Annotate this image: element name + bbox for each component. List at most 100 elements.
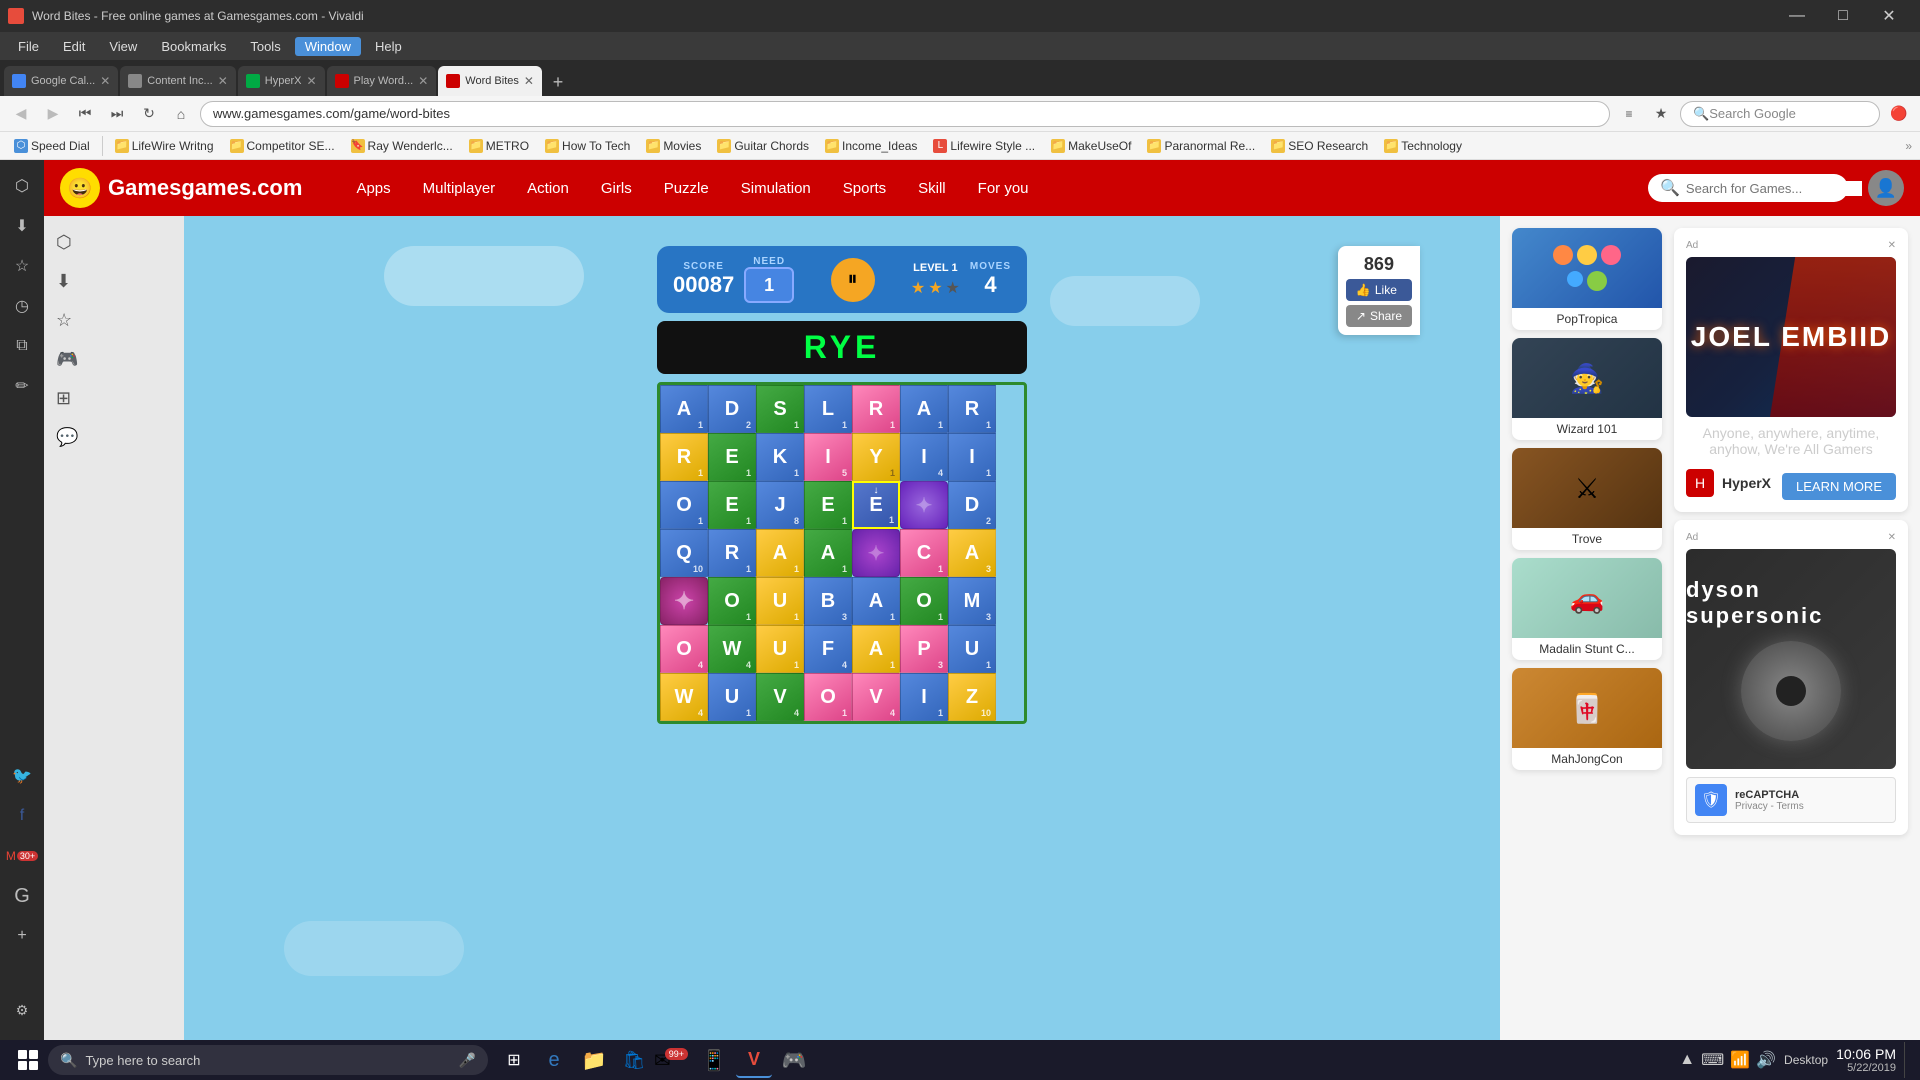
cell-0-0[interactable]: A1 [660,385,708,433]
menu-view[interactable]: View [99,37,147,56]
cell-1-0[interactable]: R1 [660,433,708,481]
tab-close-word-bites[interactable]: ✕ [524,74,534,88]
cell-0-6[interactable]: R1 [948,385,996,433]
new-tab-button[interactable]: + [544,68,572,96]
cell-0-3[interactable]: L1 [804,385,852,433]
sidebar-google[interactable]: G [4,878,40,914]
cell-4-1[interactable]: O1 [708,577,756,625]
refresh-button[interactable]: ↻ [136,101,162,127]
share-button[interactable]: ↗ Share [1346,305,1412,327]
cell-6-0[interactable]: W4 [660,673,708,721]
sidebar-facebook[interactable]: f [4,798,40,834]
bookmark-paranormal[interactable]: 📁 Paranormal Re... [1141,137,1261,155]
bookmark-metro[interactable]: 📁 METRO [463,137,535,155]
cell-0-4[interactable]: R1 [852,385,900,433]
sidebar-history[interactable]: ◷ [4,288,40,324]
user-icon[interactable]: 👤 [1868,170,1904,206]
cell-1-6[interactable]: I1 [948,433,996,481]
forward-button[interactable]: ▶ [40,101,66,127]
cell-3-3[interactable]: A1 [804,529,852,577]
nav-girls[interactable]: Girls [587,172,646,205]
sidebar-downloads[interactable]: ⬇ [4,208,40,244]
cell-2-6[interactable]: D2 [948,481,996,529]
home-button[interactable]: ⌂ [168,101,194,127]
cell-4-3[interactable]: B3 [804,577,852,625]
pause-button[interactable]: ⏸ [831,258,875,302]
tab-close-stream[interactable]: ✕ [306,74,316,88]
cell-3-5[interactable]: C1 [900,529,948,577]
cell-2-0[interactable]: O1 [660,481,708,529]
game-card-trove[interactable]: ⚔ Trove [1512,448,1662,550]
site-logo[interactable]: 😀 Gamesgames.com [60,168,302,208]
cell-4-4[interactable]: A1 [852,577,900,625]
tab-0[interactable]: Google Cal... ✕ [4,66,118,96]
cell-6-3[interactable]: O1 [804,673,852,721]
taskbar-phone[interactable]: 📱 [696,1042,732,1078]
taskbar-game[interactable]: 🎮 [776,1042,812,1078]
cell-5-6[interactable]: U1 [948,625,996,673]
panel-btn-6[interactable]: 💬 [44,419,184,456]
bookmark-this-button[interactable]: ★ [1648,101,1674,127]
nav-for-you[interactable]: For you [964,172,1043,205]
menu-window[interactable]: Window [295,37,361,56]
cell-5-0[interactable]: O4 [660,625,708,673]
cell-0-2[interactable]: S1 [756,385,804,433]
bookmark-ray[interactable]: 🔖 Ray Wenderlc... [345,137,459,155]
bookmark-competitor[interactable]: 📁 Competitor SE... [224,137,341,155]
cell-2-5[interactable]: ✦ [900,481,948,529]
taskbar-vivaldi[interactable]: V [736,1042,772,1078]
cell-5-1[interactable]: W4 [708,625,756,673]
bookmark-speed-dial[interactable]: ⬡ Speed Dial [8,137,96,155]
taskbar-store[interactable]: 🛍 [616,1042,652,1078]
site-search-input[interactable] [1686,181,1862,196]
cell-6-5[interactable]: I1 [900,673,948,721]
tab-close-0[interactable]: ✕ [100,74,110,88]
start-button[interactable] [8,1042,48,1078]
bookmark-income[interactable]: 📁 Income_Ideas [819,137,923,155]
bookmark-movies[interactable]: 📁 Movies [640,137,707,155]
cell-1-1[interactable]: E1 [708,433,756,481]
sidebar-add-panel[interactable]: + [4,918,40,954]
tab-close-1[interactable]: ✕ [218,74,228,88]
nav-sports[interactable]: Sports [829,172,900,205]
like-button[interactable]: 👍 Like [1346,279,1412,301]
tab-stream-tv[interactable]: HyperX ✕ [238,66,325,96]
taskbar-wifi-icon[interactable]: 📶 [1730,1050,1750,1070]
nav-simulation[interactable]: Simulation [727,172,825,205]
url-input[interactable] [200,101,1610,127]
cell-2-1[interactable]: E1 [708,481,756,529]
game-card-mahjong[interactable]: 🀄 MahJongCon [1512,668,1662,770]
taskbar-sound-icon[interactable]: 🔊 [1756,1050,1776,1070]
game-card-poptropica[interactable]: PopTropica [1512,228,1662,330]
taskbar-multiview[interactable]: ⊞ [496,1042,532,1078]
panel-btn-2[interactable]: ⬇ [44,263,184,300]
cell-3-1[interactable]: R1 [708,529,756,577]
cell-4-0[interactable]: ✦ [660,577,708,625]
cell-5-4[interactable]: A1 [852,625,900,673]
game-card-wizard[interactable]: 🧙 Wizard 101 [1512,338,1662,440]
tab-play-word[interactable]: Play Word... ✕ [327,66,437,96]
taskbar-edge[interactable]: e [536,1042,572,1078]
nav-action[interactable]: Action [513,172,583,205]
taskbar-clock[interactable]: 10:06 PM 5/22/2019 [1836,1046,1896,1074]
menu-edit[interactable]: Edit [53,37,95,56]
bookmark-howto[interactable]: 📁 How To Tech [539,137,636,155]
sidebar-bookmarks[interactable]: ☆ [4,248,40,284]
nav-skill[interactable]: Skill [904,172,960,205]
nav-apps[interactable]: Apps [342,172,404,205]
cell-6-1[interactable]: U1 [708,673,756,721]
taskbar-mail[interactable]: ✉ 99+ [656,1042,692,1078]
bookmark-makeuseof[interactable]: 📁 MakeUseOf [1045,137,1137,155]
microphone-icon[interactable]: 🎤 [459,1052,476,1069]
panel-btn-1[interactable]: ⬡ [44,224,184,261]
cell-0-1[interactable]: D2 [708,385,756,433]
menu-bookmarks[interactable]: Bookmarks [151,37,236,56]
skip-forward-button[interactable]: ⏭ [104,101,130,127]
minimize-button[interactable]: — [1774,0,1820,32]
show-desktop-button[interactable] [1904,1042,1912,1078]
sidebar-notes[interactable]: ✏ [4,368,40,404]
menu-tools[interactable]: Tools [240,37,290,56]
cell-4-6[interactable]: M3 [948,577,996,625]
menu-help[interactable]: Help [365,37,412,56]
cell-3-2[interactable]: A1 [756,529,804,577]
